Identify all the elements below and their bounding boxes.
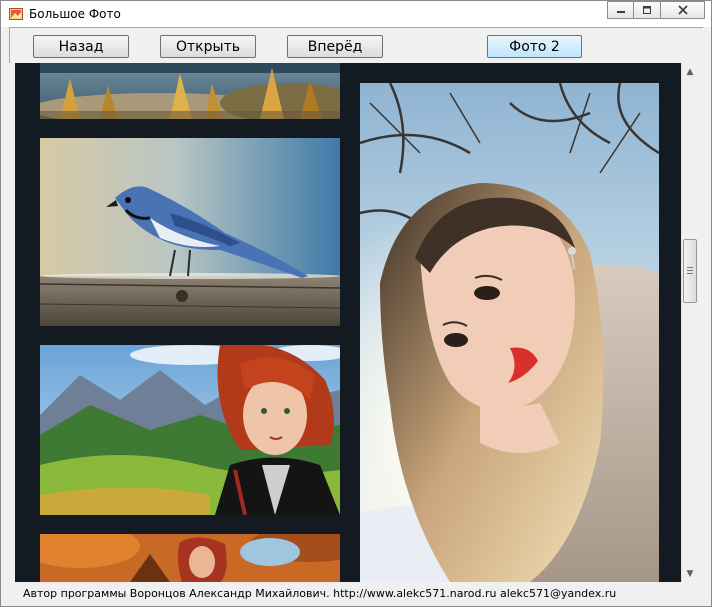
close-button[interactable] [661,1,705,19]
autumn-lake-image [40,63,340,119]
grip-line [687,270,693,271]
chevron-down-icon: ▼ [686,568,694,579]
photo-2-button[interactable]: Фото 2 [487,35,582,58]
blue-jay-image [40,138,340,326]
app-photo-icon [9,8,23,20]
window-controls [607,1,705,19]
featured-photo[interactable] [360,83,659,582]
title-bar[interactable]: Большое Фото [1,1,711,27]
chevron-up-icon: ▲ [686,66,694,77]
close-icon [677,5,688,15]
scroll-down-button[interactable]: ▼ [682,565,698,582]
redhead-valley-image [40,345,340,515]
main-window: Большое Фото Назад Открыть Вперёд Фото 2 [0,0,712,607]
author-info-text: Автор программы Воронцов Александр Михай… [23,587,617,600]
toolbar: Назад Открыть Вперёд Фото 2 [9,27,703,63]
maximize-icon [643,6,651,14]
thumbnail-autumn-lake[interactable] [40,63,340,119]
maximize-button[interactable] [634,1,661,19]
thumbnail-redhead-valley[interactable] [40,345,340,515]
status-bar: Автор программы Воронцов Александр Михай… [9,584,703,604]
window-title: Большое Фото [29,7,121,21]
minimize-icon [616,11,625,13]
scroll-up-button[interactable]: ▲ [682,63,698,80]
featured-portrait-image [360,83,659,582]
thumbnail-redhead-autumn[interactable] [40,534,340,582]
grip-line [687,267,693,268]
forward-button[interactable]: Вперёд [287,35,383,58]
grip-line [687,273,693,274]
open-button[interactable]: Открыть [160,35,256,58]
thumbnail-blue-jay[interactable] [40,138,340,326]
redhead-autumn-image [40,534,340,582]
scrollbar-thumb[interactable] [683,239,697,303]
minimize-button[interactable] [607,1,634,19]
photo-gallery[interactable] [15,63,681,582]
back-button[interactable]: Назад [33,35,129,58]
vertical-scrollbar[interactable]: ▲ ▼ [681,63,698,582]
